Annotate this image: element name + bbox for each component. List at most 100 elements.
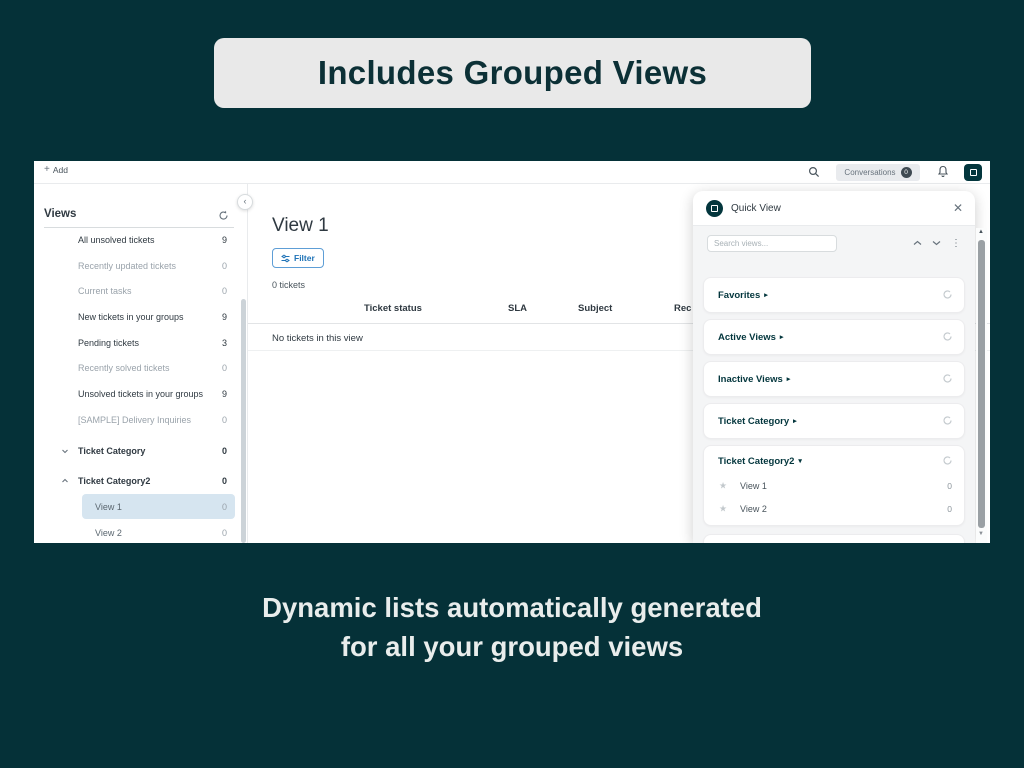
collapse-sidebar-button[interactable]: ‹ (237, 194, 253, 210)
triangle-right-icon: ▸ (780, 333, 784, 341)
subitem-label: View 1 (95, 502, 122, 512)
group-label: Ticket Category2 (78, 476, 150, 486)
quick-view-panel: Quick View ✕ ⋮ Favorites▸ Active Views▸ … (693, 191, 975, 543)
column-header-requested[interactable]: Rec (674, 303, 691, 314)
section-refresh-icon[interactable] (942, 373, 953, 384)
scroll-down-arrow-icon[interactable]: ▼ (978, 531, 984, 537)
triangle-down-icon: ▾ (798, 457, 802, 465)
group-count: 0 (222, 476, 227, 486)
item-count: 0 (222, 363, 227, 373)
sidebar-item-recently-solved[interactable]: Recently solved tickets0 (34, 355, 248, 381)
item-count: 0 (222, 415, 227, 425)
item-count: 0 (947, 504, 952, 514)
add-button[interactable]: + Add (44, 165, 68, 175)
ticket-count: 0 tickets (272, 280, 305, 290)
quick-view-app-icon[interactable] (964, 164, 982, 181)
chevron-left-icon: ‹ (244, 197, 247, 206)
star-icon[interactable]: ★ (719, 503, 727, 514)
section-label: Inactive Views (718, 374, 783, 385)
item-count: 0 (222, 286, 227, 296)
conversations-button[interactable]: Conversations 0 (836, 164, 920, 181)
section-favorites[interactable]: Favorites▸ (703, 277, 965, 313)
item-count: 9 (222, 235, 227, 245)
banner-title: Includes Grouped Views (214, 38, 811, 108)
sidebar-group-ticket-category[interactable]: Ticket Category 0 (34, 438, 248, 464)
item-count: 9 (222, 312, 227, 322)
views-sidebar: Views All unsolved tickets 9 Recently upd… (34, 184, 248, 543)
section-active-views[interactable]: Active Views ▸ (703, 319, 965, 355)
expand-all-chevron-down-icon[interactable] (932, 240, 941, 246)
sidebar-item-current-tasks[interactable]: Current tasks0 (34, 278, 248, 304)
section-refresh-icon[interactable] (942, 331, 953, 342)
chevron-up-icon (61, 477, 69, 485)
item-label: View 1 (740, 481, 767, 491)
section-refresh-icon[interactable] (942, 415, 953, 426)
scrollbar-thumb[interactable] (978, 240, 985, 528)
top-toolbar: + Add Conversations 0 (34, 161, 990, 184)
quick-view-item-view2[interactable]: ★ View 2 0 (704, 497, 964, 520)
search-icon[interactable] (808, 166, 820, 178)
quick-view-item-view1[interactable]: ★ View 1 0 (704, 474, 964, 497)
triangle-right-icon: ▸ (793, 417, 797, 425)
item-label: View 2 (740, 504, 767, 514)
empty-view-message: No tickets in this view (272, 333, 363, 344)
column-header-ticket-status[interactable]: Ticket status (364, 303, 422, 314)
section-ticket-category[interactable]: Ticket Category ▸ (703, 403, 965, 439)
quick-view-header: Quick View ✕ (693, 191, 975, 226)
column-header-subject[interactable]: Subject (578, 303, 612, 314)
search-views-input[interactable] (707, 235, 837, 252)
section-inactive-views[interactable]: Inactive Views▸ (703, 361, 965, 397)
caption-line-2: for all your grouped views (0, 627, 1024, 666)
section-refresh-icon[interactable] (942, 289, 953, 300)
plus-icon: + (44, 165, 50, 175)
sidebar-item-all-unsolved[interactable]: All unsolved tickets 9 (34, 227, 248, 253)
filter-button[interactable]: Filter (272, 248, 324, 268)
sidebar-scrollbar-thumb[interactable] (241, 299, 246, 543)
item-label: Unsolved tickets in your groups (78, 389, 203, 399)
sidebar-item-sample-delivery[interactable]: [SAMPLE] Delivery Inquiries 0 (34, 407, 248, 433)
section-label: Ticket Category (718, 416, 789, 427)
section-label: Active Views (718, 332, 776, 343)
section-ticket-category2[interactable]: Ticket Category2 ▾ ★ View 1 0 ★ View 2 0 (703, 445, 965, 526)
sidebar-item-new-tickets[interactable]: New tickets in your groups 9 (34, 304, 248, 330)
collapse-all-chevron-up-icon[interactable] (913, 240, 922, 246)
group-count: 0 (222, 446, 227, 456)
app-square-glyph (970, 169, 977, 176)
star-icon[interactable]: ★ (719, 480, 727, 491)
filter-button-label: Filter (294, 253, 315, 263)
quick-view-title: Quick View (731, 191, 781, 226)
subitem-count: 0 (222, 502, 227, 512)
app-screenshot: + Add Conversations 0 Views All unsolved… (34, 161, 990, 543)
sidebar-item-pending-tickets[interactable]: Pending tickets3 (34, 330, 248, 356)
views-refresh-icon[interactable] (218, 210, 229, 221)
close-icon[interactable]: ✕ (953, 191, 963, 226)
item-label: Recently updated tickets (78, 261, 176, 271)
chevron-down-icon (61, 447, 69, 455)
add-button-label: Add (53, 165, 68, 175)
scroll-up-arrow-icon[interactable]: ▲ (978, 229, 984, 235)
section-label: Ticket Category2 (718, 456, 794, 467)
conversations-count-badge: 0 (901, 167, 912, 178)
views-panel-title: Views (44, 208, 76, 220)
item-label: All unsolved tickets (78, 235, 155, 245)
section-refresh-icon[interactable] (942, 455, 953, 466)
item-label: New tickets in your groups (78, 312, 184, 322)
item-label: [SAMPLE] Delivery Inquiries (78, 415, 191, 425)
quick-view-logo-icon (706, 200, 723, 217)
item-label: Pending tickets (78, 338, 139, 348)
section-label: Favorites (718, 290, 760, 301)
sidebar-group-ticket-category2[interactable]: Ticket Category2 0 (34, 468, 248, 494)
filter-sliders-icon (281, 254, 290, 263)
subitem-count: 0 (222, 528, 227, 538)
sidebar-subitem-view1[interactable]: View 1 0 (34, 494, 248, 520)
caption-text: Dynamic lists automatically generated fo… (0, 588, 1024, 666)
column-header-sla[interactable]: SLA (508, 303, 527, 314)
sidebar-subitem-view2[interactable]: View 20 (34, 520, 248, 543)
sidebar-item-unsolved-groups[interactable]: Unsolved tickets in your groups9 (34, 381, 248, 407)
caption-line-1: Dynamic lists automatically generated (0, 588, 1024, 627)
notifications-bell-icon[interactable] (937, 165, 949, 178)
panel-scrollbar[interactable]: ▲ ▼ (976, 228, 987, 543)
group-label: Ticket Category (78, 446, 145, 456)
overflow-menu-kebab-icon[interactable]: ⋮ (951, 235, 961, 252)
sidebar-item-recently-updated[interactable]: Recently updated tickets0 (34, 253, 248, 279)
